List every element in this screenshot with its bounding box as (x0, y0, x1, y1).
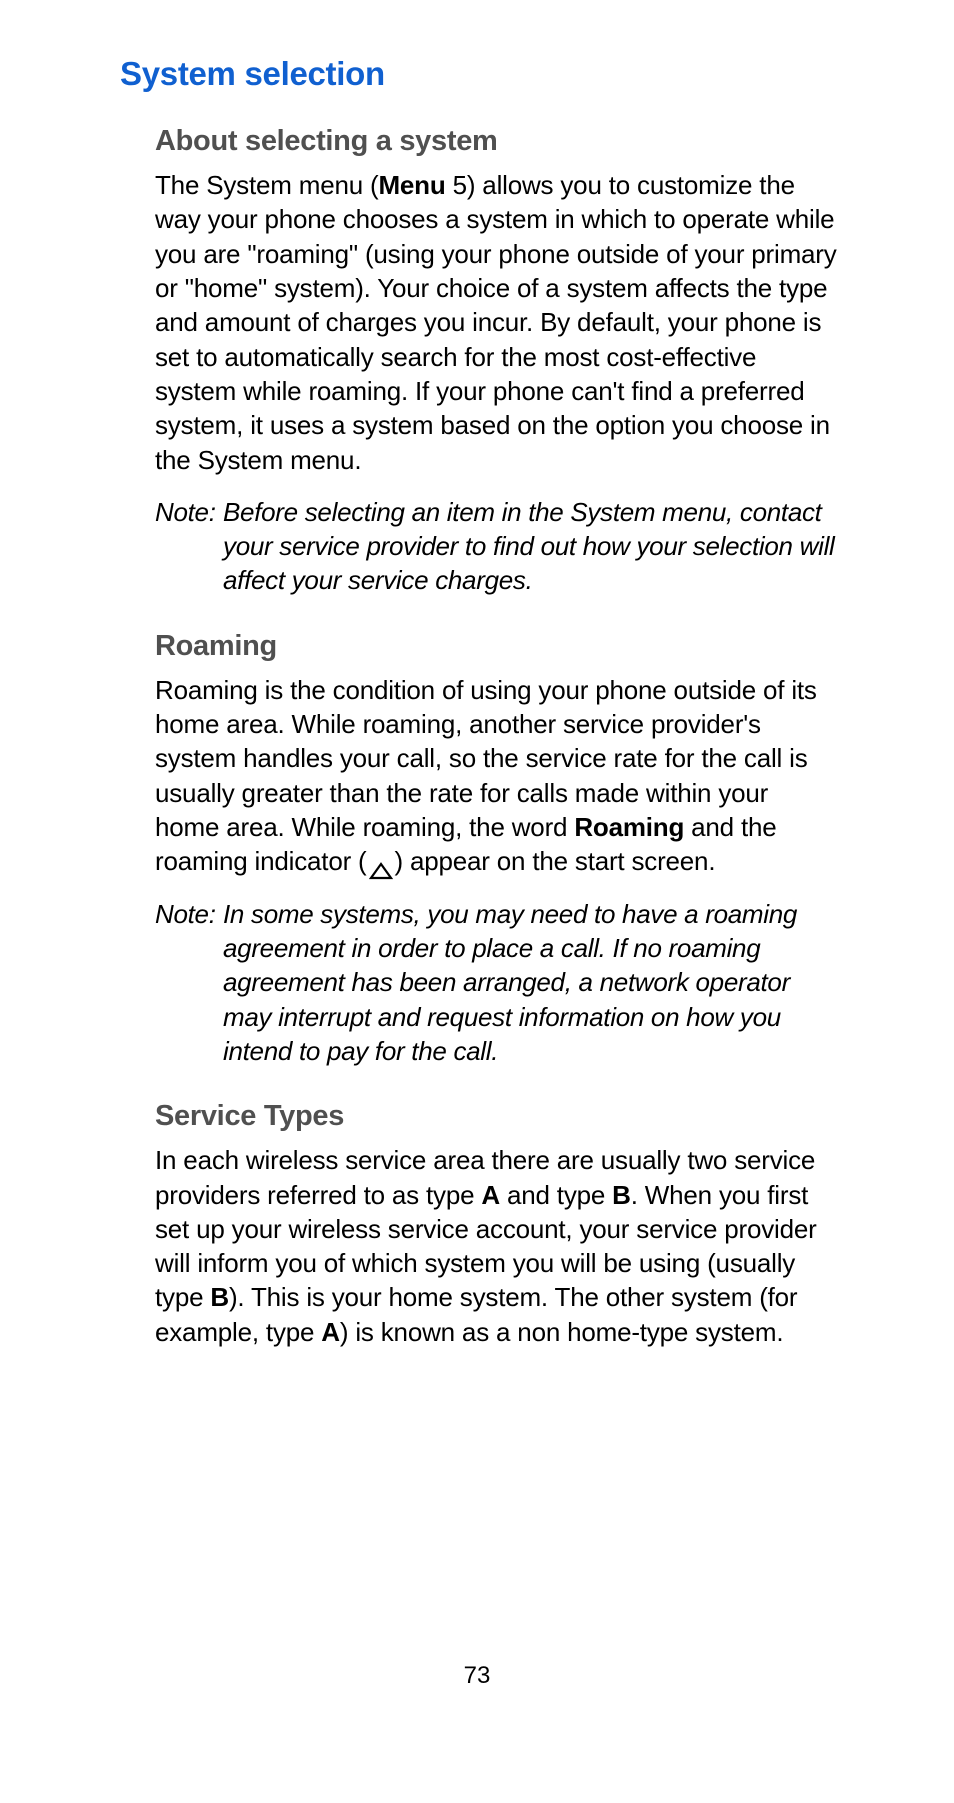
note-label: Note: (155, 495, 223, 598)
text-fragment: The System menu ( (155, 170, 378, 200)
note-about: Note: Before selecting an item in the Sy… (155, 495, 839, 598)
subheading-service-types: Service Types (155, 1100, 839, 1133)
bold-menu: Menu (378, 170, 445, 200)
bold-roaming: Roaming (574, 812, 684, 842)
page-heading: System selection (120, 55, 839, 93)
bold-type-a: A (481, 1180, 500, 1210)
note-text: In some systems, you may need to have a … (223, 897, 839, 1069)
bold-type-b-2: B (210, 1282, 229, 1312)
note-text: Before selecting an item in the System m… (223, 495, 839, 598)
text-fragment: ) appear on the start screen. (395, 846, 716, 876)
bold-type-a-2: A (321, 1317, 340, 1347)
bold-type-b: B (612, 1180, 631, 1210)
about-paragraph: The System menu (Menu 5) allows you to c… (155, 168, 839, 477)
roaming-indicator-icon (369, 854, 393, 872)
text-fragment: and type (500, 1180, 612, 1210)
note-roaming: Note: In some systems, you may need to h… (155, 897, 839, 1069)
subheading-roaming: Roaming (155, 630, 839, 663)
page-number: 73 (0, 1662, 954, 1690)
roaming-paragraph: Roaming is the condition of using your p… (155, 673, 839, 879)
note-label: Note: (155, 897, 223, 1069)
service-paragraph: In each wireless service area there are … (155, 1143, 839, 1349)
text-fragment: ) is known as a non home-type system. (340, 1317, 783, 1347)
subheading-about: About selecting a system (155, 125, 839, 158)
text-fragment: 5) allows you to customize the way your … (155, 170, 837, 475)
